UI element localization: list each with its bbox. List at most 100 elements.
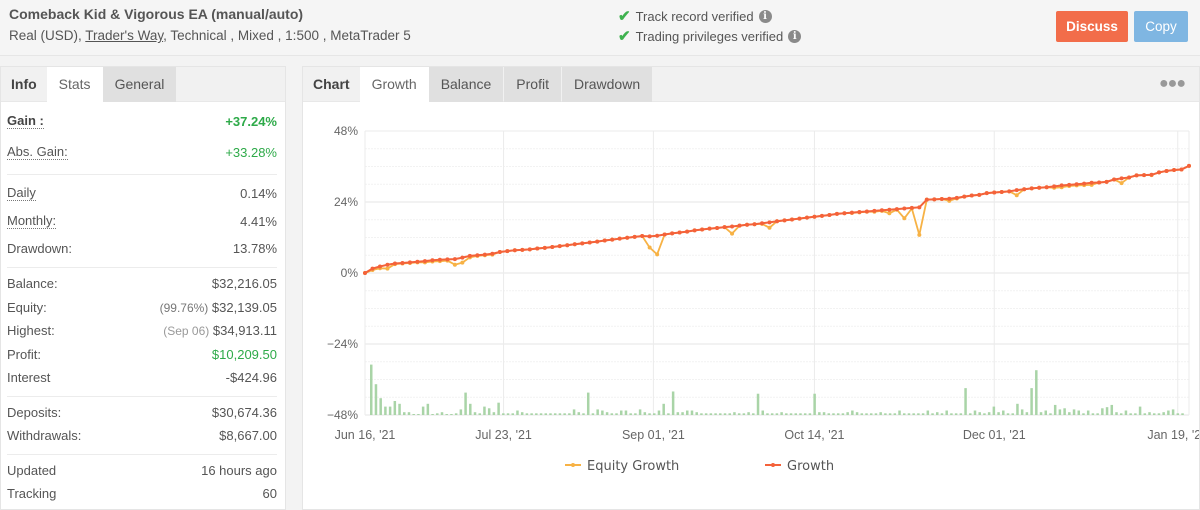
account-header: Comeback Kid & Vigorous EA (manual/auto)… [0, 0, 1200, 56]
tab-growth[interactable]: Growth [359, 67, 429, 102]
growth-point [760, 221, 765, 226]
growth-point [437, 257, 442, 262]
activity-bar [992, 406, 996, 415]
activity-bar [808, 413, 812, 415]
more-options-icon[interactable]: ●●● [1159, 75, 1186, 93]
growth-point [580, 241, 585, 246]
activity-bar [803, 413, 807, 415]
activity-bar [619, 410, 623, 415]
activity-bar [653, 413, 656, 415]
tab-stats[interactable]: Stats [46, 67, 103, 102]
activity-bar [1044, 410, 1047, 415]
activity-bar [789, 413, 793, 415]
stat-drawdown: Drawdown: 13.78% [7, 235, 277, 261]
activity-bar [836, 413, 840, 415]
growth-point [902, 206, 907, 211]
growth-point [467, 253, 472, 258]
growth-point [535, 246, 540, 251]
y-tick-label: 0% [341, 266, 359, 280]
activity-bar [827, 413, 831, 415]
activity-bar [412, 414, 415, 415]
activity-bar [1091, 413, 1095, 415]
stat-label[interactable]: Daily [7, 185, 36, 201]
activity-bar [440, 412, 444, 415]
info-icon[interactable]: i [788, 29, 802, 43]
growth-point [1052, 184, 1057, 189]
stat-value: 60 [262, 486, 277, 502]
stat-label[interactable]: Abs. Gain: [7, 144, 68, 160]
activity-bar [506, 413, 510, 415]
growth-point [722, 225, 727, 230]
tab-balance[interactable]: Balance [428, 67, 504, 102]
tab-info[interactable]: Info [1, 67, 47, 102]
growth-point [422, 259, 427, 264]
activity-bar [733, 412, 736, 415]
tab-profit[interactable]: Profit [504, 67, 561, 102]
stat-value-group: (Sep 06) $34,913.11 [163, 323, 277, 338]
tab-general[interactable]: General [102, 67, 177, 102]
x-tick-label: Jul 23, '21 [475, 428, 532, 442]
growth-point [460, 255, 465, 260]
stat-label[interactable]: Monthly: [7, 213, 57, 229]
activity-bar [686, 410, 689, 415]
stat-value: +37.24% [225, 113, 277, 129]
growth-point [977, 192, 982, 197]
activity-bar [671, 391, 675, 415]
growth-point [984, 191, 989, 196]
y-tick-label: 24% [334, 195, 358, 209]
activity-bar [846, 412, 849, 415]
discuss-button[interactable]: Discuss [1056, 11, 1128, 42]
growth-point [947, 196, 952, 201]
growth-point [917, 205, 922, 210]
stat-updated: Updated 16 hours ago [7, 459, 277, 483]
activity-bar [818, 412, 821, 415]
activity-bar [869, 413, 873, 415]
growth-point [1082, 181, 1087, 186]
info-icon[interactable]: i [758, 9, 772, 23]
stat-value: -$424.96 [225, 370, 277, 386]
legend-label[interactable]: Equity Growth [587, 459, 679, 474]
stat-monthly: Monthly: 4.41% [7, 207, 277, 235]
activity-bar [874, 413, 878, 415]
stat-profit: Profit: $10,209.50 [7, 343, 277, 367]
growth-point [1059, 183, 1064, 188]
stat-label[interactable]: Gain : [7, 113, 44, 129]
activity-bar [987, 412, 991, 415]
activity-bar [1119, 413, 1123, 415]
stat-value: 0.14% [240, 185, 277, 201]
stat-label: Equity: [7, 299, 47, 315]
growth-point [1119, 176, 1124, 181]
activity-bar [855, 412, 859, 415]
stats-panel: Info Stats General Gain : +37.24% Abs. G… [0, 66, 286, 510]
activity-bar [676, 412, 680, 415]
stat-value: $32,216.05 [211, 276, 277, 292]
growth-point [677, 230, 682, 235]
growth-point [377, 264, 382, 269]
growth-point [505, 249, 510, 254]
growth-point [782, 218, 787, 223]
growth-point [497, 249, 502, 254]
growth-point [745, 222, 750, 227]
copy-button[interactable]: Copy [1134, 11, 1188, 42]
activity-bar [954, 413, 958, 415]
activity-bar [945, 410, 948, 415]
activity-bar [1030, 388, 1033, 415]
divider [7, 395, 277, 397]
equity-growth-point [902, 216, 907, 221]
legend-label[interactable]: Growth [787, 459, 834, 474]
tab-drawdown[interactable]: Drawdown [561, 67, 653, 102]
activity-bar [516, 410, 519, 415]
growth-point [767, 220, 772, 225]
broker-link[interactable]: Trader's Way [85, 28, 163, 43]
activity-bar [662, 403, 665, 415]
tab-chart[interactable]: Chart [303, 67, 360, 102]
activity-bar [667, 413, 670, 415]
track-record-verified: ✔ Track record verified i [618, 7, 772, 25]
growth-point [1097, 180, 1102, 185]
growth-point [520, 247, 525, 252]
activity-bar [582, 413, 585, 415]
activity-bar [1124, 410, 1128, 415]
activity-bar [1039, 412, 1043, 415]
verification-label: Trading privileges verified [635, 28, 784, 44]
activity-bar [756, 393, 760, 415]
